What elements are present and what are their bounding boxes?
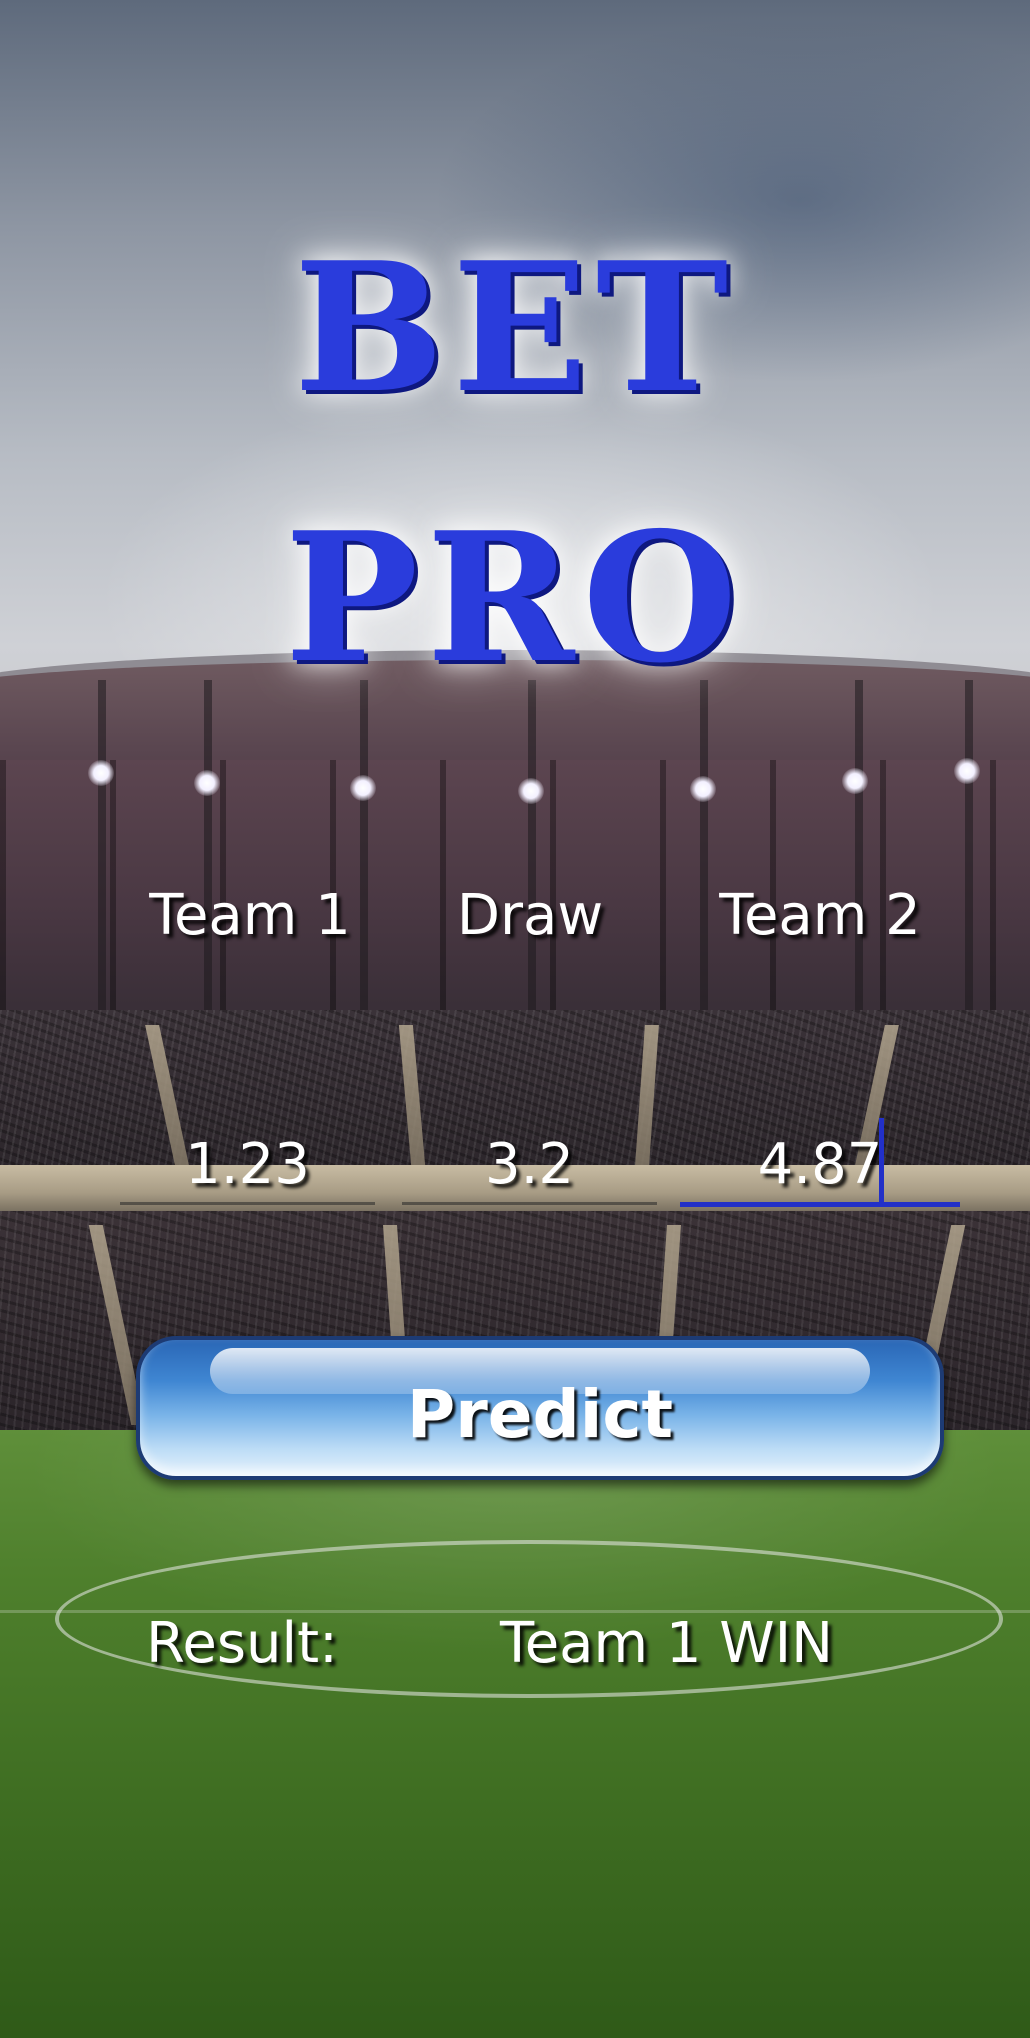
team2-odds-input[interactable]	[680, 1126, 960, 1207]
draw-odds-input[interactable]	[402, 1126, 657, 1205]
result-value: Team 1 WIN	[500, 1611, 834, 1676]
predict-button[interactable]: Predict	[136, 1336, 944, 1480]
stand-pillar	[360, 680, 368, 1020]
stand-pillar	[855, 680, 863, 1020]
floodlight	[518, 778, 544, 804]
floodlight	[954, 758, 980, 784]
pitch-grass	[0, 1430, 1030, 2038]
logo-pro: PRO	[284, 493, 746, 702]
floodlight	[88, 760, 114, 786]
text-cursor	[879, 1118, 884, 1204]
stand-pillar	[528, 680, 536, 1020]
draw-label: Draw	[456, 883, 604, 948]
floodlight	[194, 770, 220, 796]
team1-label: Team 1	[149, 883, 351, 948]
stand-pillar	[204, 680, 212, 1020]
floodlight	[350, 775, 376, 801]
stand-pillar	[98, 680, 106, 1020]
stand-pillar	[700, 680, 708, 1020]
stand-pillar	[965, 680, 973, 1020]
result-label: Result:	[146, 1611, 338, 1676]
team2-label: Team 2	[719, 883, 921, 948]
predict-button-label: Predict	[406, 1376, 674, 1453]
floodlight	[842, 768, 868, 794]
logo-bet: BET	[293, 223, 737, 432]
team1-odds-input[interactable]	[120, 1126, 375, 1205]
floodlight	[690, 776, 716, 802]
